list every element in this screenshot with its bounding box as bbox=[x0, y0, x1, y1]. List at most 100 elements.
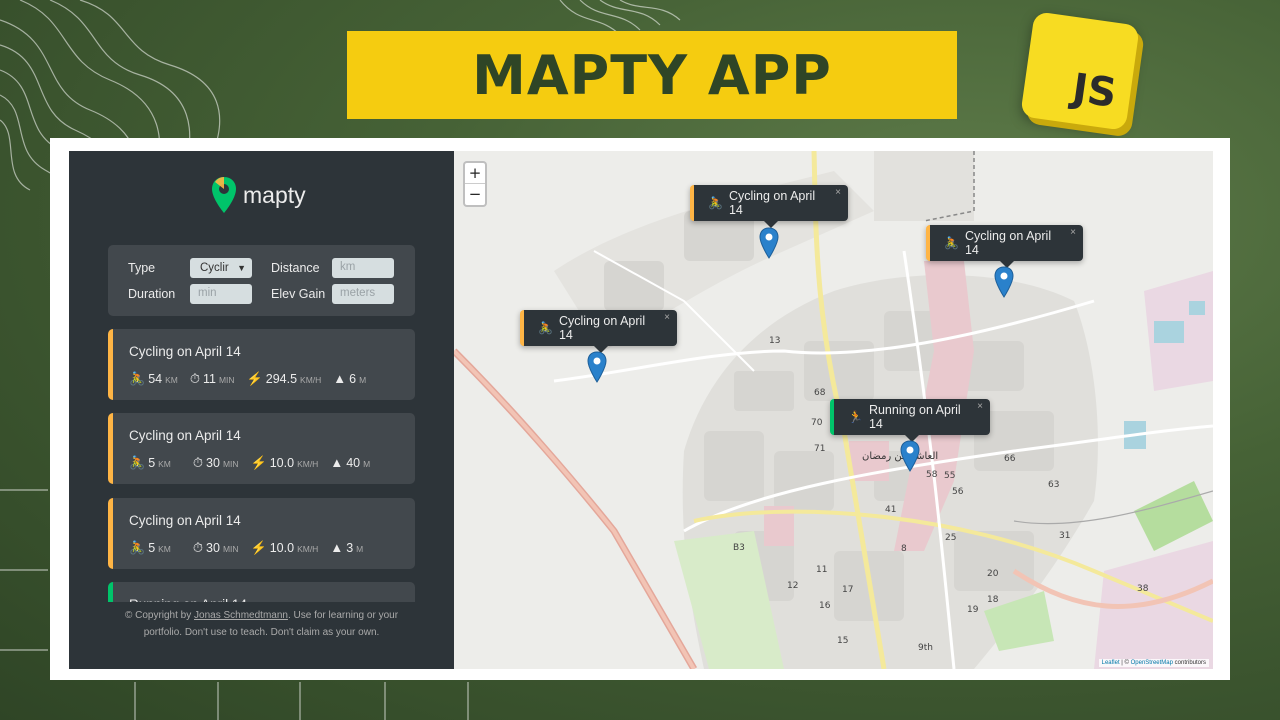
sidebar: mapty Type Cyclir ▼ Distance km Duration… bbox=[69, 151, 454, 669]
map-label: 16 bbox=[819, 601, 831, 611]
map-label: 12 bbox=[787, 581, 799, 591]
duration-label: Duration bbox=[128, 287, 176, 301]
workout-form: Type Cyclir ▼ Distance km Duration min E… bbox=[108, 245, 415, 316]
workout-title: Cycling on April 14 bbox=[129, 344, 241, 359]
author-link[interactable]: Jonas Schmedtmann bbox=[194, 610, 288, 621]
workout-title: Cycling on April 14 bbox=[129, 513, 241, 528]
duration-input[interactable]: min bbox=[190, 284, 252, 304]
workout-popup[interactable]: 🚴 Cycling on April 14 × bbox=[690, 185, 848, 228]
stopwatch-icon: ⏱ bbox=[189, 371, 200, 386]
map-label: 56 bbox=[952, 487, 964, 497]
lightning-icon: ⚡ bbox=[250, 455, 267, 470]
map-label: 25 bbox=[945, 533, 957, 543]
title-banner: MAPTY APP bbox=[347, 31, 957, 119]
javascript-logo: JS bbox=[1020, 11, 1140, 131]
map-label: 63 bbox=[1048, 480, 1060, 490]
workout-popup[interactable]: 🚴 Cycling on April 14 × bbox=[926, 225, 1083, 268]
map-label: 71 bbox=[814, 444, 826, 454]
workout-item[interactable]: Cycling on April 14 🚴 5 km ⏱ 30 min ⚡ 10.0 km/… bbox=[108, 413, 415, 484]
duration-value: 11 bbox=[202, 372, 216, 386]
distance-input[interactable]: km bbox=[332, 258, 394, 278]
elev-gain-label: Elev Gain bbox=[271, 287, 326, 301]
workout-item[interactable]: Cycling on April 14 🚴 54 km ⏱ 11 min ⚡ 294.5 k… bbox=[108, 329, 415, 400]
duration-value: 30 bbox=[206, 456, 220, 470]
map-label: 66 bbox=[1004, 454, 1016, 464]
bicycle-icon: 🚴 bbox=[129, 371, 146, 386]
workout-details: 🚴 5 km ⏱ 30 min ⚡ 10.0 km/h ▲ 40 m bbox=[129, 455, 382, 471]
bicycle-icon: 🚴 bbox=[538, 321, 553, 335]
map[interactable]: 68 70 71 58 55 56 66 63 41 25 31 8 20 18… bbox=[454, 151, 1213, 669]
zoom-control: + − bbox=[463, 161, 487, 207]
elev-unit: m bbox=[359, 375, 367, 385]
type-label: Type bbox=[128, 261, 156, 275]
leaflet-link[interactable]: Leaflet bbox=[1102, 660, 1120, 666]
map-label: 20 bbox=[987, 569, 999, 579]
popup-text: Cycling on April 14 bbox=[728, 189, 816, 217]
map-label: 38 bbox=[1137, 584, 1149, 594]
duration-value: 30 bbox=[206, 541, 220, 555]
map-marker-icon[interactable] bbox=[994, 266, 1014, 298]
map-marker-icon[interactable] bbox=[587, 351, 607, 383]
copyright-prefix: © Copyright by bbox=[124, 610, 195, 621]
duration-unit: min bbox=[218, 375, 235, 385]
distance-unit: km bbox=[158, 544, 171, 554]
close-icon[interactable]: × bbox=[1070, 227, 1076, 238]
lightning-icon: ⚡ bbox=[250, 540, 267, 555]
logo-text: mapty bbox=[243, 181, 306, 208]
attribution-separator: | © bbox=[1119, 660, 1131, 666]
popup-text: Running on April 14 bbox=[868, 403, 961, 431]
workout-title: Cycling on April 14 bbox=[129, 428, 241, 443]
popup-text: Cycling on April 14 bbox=[558, 314, 646, 342]
map-label: 9th bbox=[918, 643, 933, 653]
type-select[interactable]: Cyclir ▼ bbox=[190, 258, 252, 278]
close-icon[interactable]: × bbox=[664, 312, 670, 323]
elev-value: 40 bbox=[346, 456, 361, 470]
workout-popup[interactable]: 🚴 Cycling on April 14 × bbox=[520, 310, 677, 353]
bicycle-icon: 🚴 bbox=[708, 196, 723, 210]
distance-value: 5 bbox=[148, 541, 156, 555]
map-marker-icon[interactable] bbox=[759, 227, 779, 259]
speed-value: 294.5 bbox=[265, 372, 298, 386]
osm-link[interactable]: OpenStreetMap bbox=[1131, 660, 1173, 666]
mountain-icon: ▲ bbox=[333, 371, 347, 386]
map-attribution: Leaflet | © OpenStreetMap contributors bbox=[1098, 659, 1209, 667]
chevron-down-icon: ▼ bbox=[237, 263, 246, 273]
popup-text: Cycling on April 14 bbox=[964, 229, 1052, 257]
map-label: 55 bbox=[944, 471, 956, 481]
workout-item[interactable]: Cycling on April 14 🚴 5 km ⏱ 30 min ⚡ 10.0 km/… bbox=[108, 498, 415, 569]
map-marker-icon[interactable] bbox=[900, 440, 920, 472]
map-label: 58 bbox=[926, 470, 938, 480]
elev-value: 3 bbox=[346, 541, 354, 555]
map-pin-icon bbox=[212, 177, 236, 213]
elev-gain-input[interactable]: meters bbox=[332, 284, 394, 304]
zoom-out-button[interactable]: − bbox=[465, 184, 485, 205]
map-label: 15 bbox=[837, 636, 849, 646]
speed-unit: km/h bbox=[300, 375, 322, 385]
attribution-suffix: contributors bbox=[1172, 660, 1206, 666]
distance-unit: km bbox=[165, 375, 178, 385]
mountain-icon: ▲ bbox=[330, 540, 344, 555]
close-icon[interactable]: × bbox=[835, 187, 841, 198]
distance-unit: km bbox=[158, 459, 171, 469]
workout-popup[interactable]: 🏃 Running on April 14 × bbox=[830, 399, 990, 442]
map-label: 70 bbox=[811, 418, 823, 428]
distance-value: 54 bbox=[148, 372, 163, 386]
app-screenshot-frame: mapty Type Cyclir ▼ Distance km Duration… bbox=[50, 138, 1230, 680]
map-label: 41 bbox=[885, 505, 897, 515]
duration-unit: min bbox=[222, 459, 239, 469]
map-label: B3 bbox=[733, 543, 745, 553]
map-label: 11 bbox=[816, 565, 828, 575]
close-icon[interactable]: × bbox=[977, 401, 983, 412]
elev-unit: m bbox=[363, 459, 371, 469]
workout-details: 🚴 54 km ⏱ 11 min ⚡ 294.5 km/h ▲ 6 m bbox=[129, 371, 378, 387]
elev-value: 6 bbox=[349, 372, 357, 386]
distance-label: Distance bbox=[271, 261, 320, 275]
js-logo-text: JS bbox=[1069, 65, 1120, 118]
map-label: 31 bbox=[1059, 531, 1071, 541]
copyright: © Copyright by Jonas Schmedtmann. Use fo… bbox=[109, 607, 414, 641]
map-label: 8 bbox=[901, 544, 907, 554]
type-select-value: Cyclir bbox=[200, 262, 229, 274]
stopwatch-icon: ⏱ bbox=[192, 455, 204, 470]
zoom-in-button[interactable]: + bbox=[465, 163, 485, 184]
map-label: 17 bbox=[842, 585, 854, 595]
